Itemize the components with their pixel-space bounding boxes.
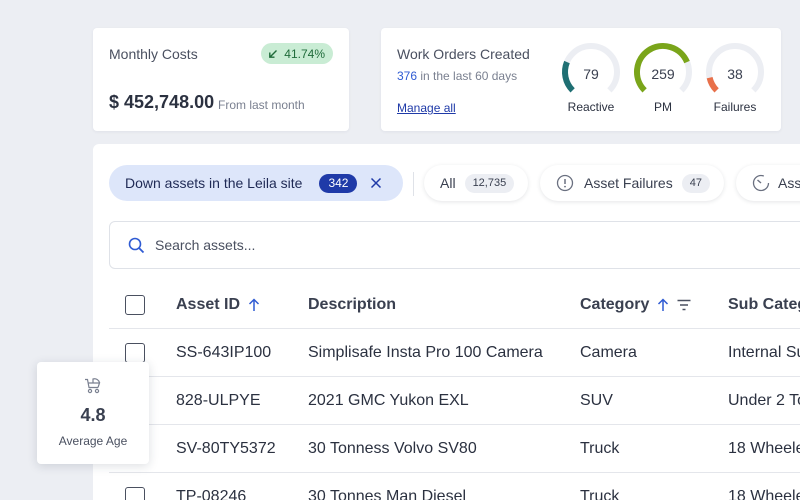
- gauge-failures-value: 38: [727, 66, 743, 82]
- filter-chip-asset-failures[interactable]: Asset Failures 47: [540, 165, 724, 201]
- cell-category: Camera: [580, 344, 637, 361]
- average-age-label: Average Age: [58, 434, 128, 448]
- search-icon: [128, 237, 145, 253]
- gauge-reactive-value: 79: [583, 66, 599, 82]
- column-header-sub-category[interactable]: Sub Categ: [728, 281, 800, 329]
- row-checkbox[interactable]: [125, 343, 145, 363]
- monthly-costs-amount: $ 452,748.00: [109, 92, 215, 112]
- filter-divider: [413, 172, 414, 196]
- assets-panel: Down assets in the Leila site 342 All 12…: [93, 144, 800, 500]
- monthly-costs-subtitle: From last month: [218, 98, 305, 112]
- table-row[interactable]: SV-80TY5372 30 Tonness Volvo SV80 Truck …: [109, 425, 800, 473]
- cell-category: SUV: [580, 392, 613, 409]
- column-header-category[interactable]: Category: [580, 281, 691, 329]
- table-header: Asset ID Description Category Sub Categ: [109, 281, 800, 329]
- stroller-icon: [85, 378, 101, 394]
- cell-sub-category: 18 Wheele: [728, 440, 800, 457]
- cell-sub-category: Internal Su: [728, 344, 800, 361]
- filter-chip-count: 342: [319, 173, 358, 193]
- work-orders-period: in the last 60 days: [417, 69, 518, 83]
- work-orders-title: Work Orders Created: [397, 46, 530, 62]
- monthly-costs-card: Monthly Costs 41.74% $ 452,748.00 From l…: [93, 28, 349, 131]
- sort-ascending-icon[interactable]: [657, 298, 669, 312]
- column-header-asset-id[interactable]: Asset ID: [176, 281, 260, 329]
- work-orders-card: Work Orders Created 376 in the last 60 d…: [381, 28, 781, 131]
- cell-asset-id: SV-80TY5372: [176, 440, 276, 457]
- filter-chip-label: Down assets in the Leila site: [125, 175, 303, 191]
- gauge-failures: 38 Failures: [703, 42, 767, 130]
- filter-icon[interactable]: [677, 299, 691, 311]
- search-box[interactable]: [109, 221, 800, 269]
- filter-chip-down-assets[interactable]: Down assets in the Leila site 342: [109, 165, 403, 201]
- trend-badge: 41.74%: [261, 43, 333, 64]
- trend-value: 41.74%: [284, 46, 325, 61]
- row-checkbox[interactable]: [125, 487, 145, 500]
- column-header-category-label: Category: [580, 296, 650, 313]
- filter-chip-failures-label: Asset Failures: [584, 175, 673, 191]
- cell-asset-id: 828-ULPYE: [176, 392, 261, 409]
- column-header-asset-id-label: Asset ID: [176, 296, 241, 313]
- cell-description: Simplisafe Insta Pro 100 Camera: [308, 344, 543, 361]
- gauge-pm: 259 PM: [631, 42, 695, 130]
- filter-chip-third[interactable]: Ass: [736, 165, 800, 201]
- select-all-checkbox[interactable]: [125, 295, 145, 315]
- table-row[interactable]: SS-643IP100 Simplisafe Insta Pro 100 Cam…: [109, 329, 800, 377]
- average-age-value: 4.8: [80, 405, 106, 425]
- monthly-costs-title: Monthly Costs: [109, 46, 198, 62]
- column-header-description-label: Description: [308, 296, 397, 313]
- gauge-failures-label: Failures: [713, 100, 757, 114]
- filter-chip-all-count: 12,735: [464, 173, 515, 193]
- cell-description: 30 Tonnes Man Diesel: [308, 488, 467, 500]
- filter-chip-third-label: Ass: [778, 175, 800, 191]
- search-input[interactable]: [155, 237, 555, 253]
- sort-ascending-icon[interactable]: [248, 298, 260, 312]
- cell-description: 30 Tonness Volvo SV80: [308, 440, 477, 457]
- timer-icon: [752, 174, 770, 192]
- arrow-down-left-icon: [269, 49, 278, 58]
- gauge-reactive: 79 Reactive: [559, 42, 623, 130]
- table-row[interactable]: 828-ULPYE 2021 GMC Yukon EXL SUV Under 2…: [109, 377, 800, 425]
- table-row[interactable]: TP-08246 30 Tonnes Man Diesel Truck 18 W…: [109, 473, 800, 500]
- gauge-reactive-label: Reactive: [567, 100, 615, 114]
- cell-category: Truck: [580, 440, 620, 457]
- column-header-description[interactable]: Description: [308, 281, 396, 329]
- filter-chip-all[interactable]: All 12,735: [424, 165, 529, 201]
- close-icon[interactable]: [369, 176, 383, 190]
- work-orders-subtitle: 376 in the last 60 days: [397, 69, 517, 83]
- filter-chip-failures-count: 47: [681, 173, 710, 193]
- column-header-sub-category-label: Sub Categ: [728, 296, 800, 313]
- cell-description: 2021 GMC Yukon EXL: [308, 392, 469, 409]
- filter-chip-all-label: All: [440, 175, 456, 191]
- alert-circle-icon: [556, 174, 574, 192]
- cell-category: Truck: [580, 488, 620, 500]
- cell-sub-category: 18 Wheele: [728, 488, 800, 500]
- manage-all-link[interactable]: Manage all: [397, 101, 456, 115]
- cell-sub-category: Under 2 To: [728, 392, 800, 409]
- average-age-card: 4.8 Average Age: [37, 362, 149, 464]
- cell-asset-id: SS-643IP100: [176, 344, 272, 361]
- gauge-pm-label: PM: [654, 100, 672, 114]
- cell-asset-id: TP-08246: [176, 488, 247, 500]
- stroller-icon-wrap: [37, 378, 149, 394]
- gauge-pm-value: 259: [651, 66, 675, 82]
- work-orders-count: 376: [397, 69, 418, 83]
